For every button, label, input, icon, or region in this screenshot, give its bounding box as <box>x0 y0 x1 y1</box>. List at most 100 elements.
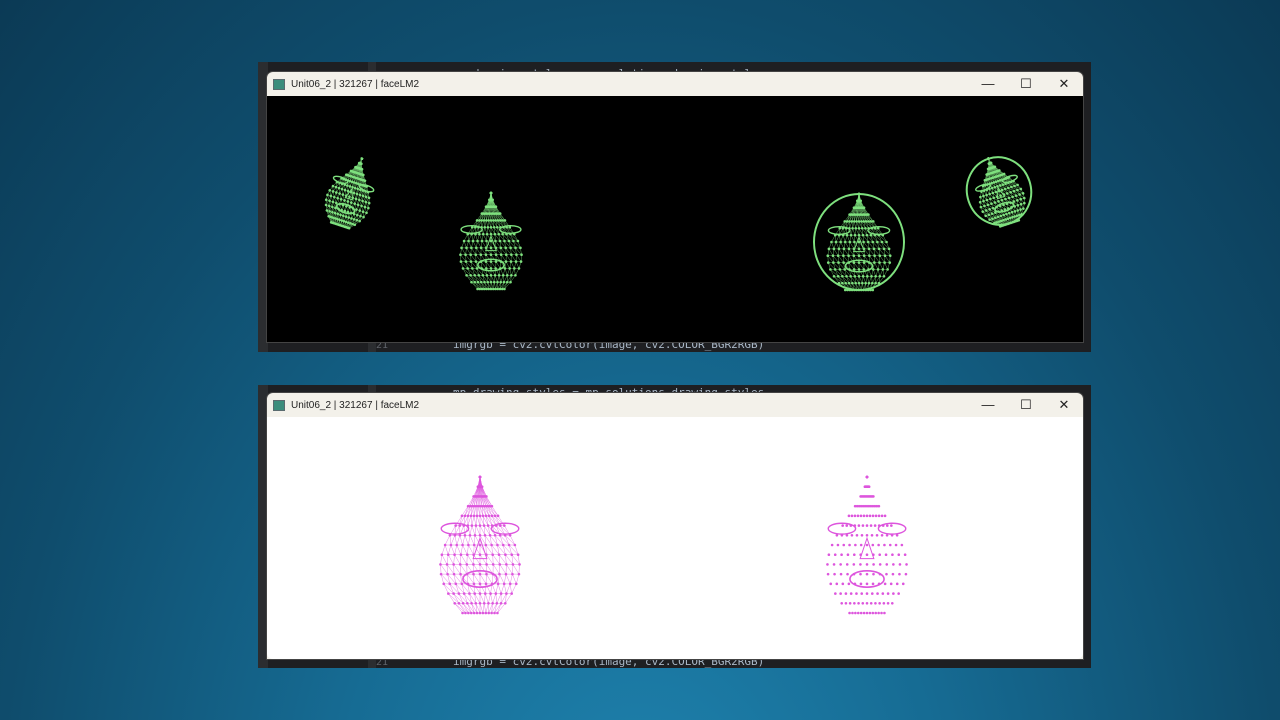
maximize-button[interactable]: ☐ <box>1007 72 1045 96</box>
landmark-point <box>865 475 869 479</box>
landmark-point <box>504 572 508 576</box>
landmark-point <box>836 254 840 258</box>
landmark-point <box>895 582 899 586</box>
landmark-point <box>493 514 497 518</box>
landmark-point <box>850 288 854 292</box>
landmark-point <box>862 254 866 258</box>
landmark-point <box>868 611 872 615</box>
landmark-point <box>464 260 468 263</box>
landmark-point <box>478 543 482 547</box>
window-titlebar[interactable]: Unit06_2 | 321267 | faceLM2 — ☐ ✕ <box>267 393 1083 417</box>
landmark-point <box>839 572 843 576</box>
landmark-point <box>851 281 854 285</box>
landmark-point <box>496 280 499 284</box>
landmark-point <box>876 226 880 230</box>
landmark-point <box>1000 198 1004 202</box>
landmark-point <box>844 601 848 605</box>
landmark-point <box>870 592 874 595</box>
landmark-point <box>489 287 493 291</box>
landmark-point <box>874 601 877 605</box>
landmark-point <box>332 195 336 199</box>
landmark-point <box>480 485 484 489</box>
landmark-point <box>833 268 837 271</box>
landmark-point <box>873 261 876 264</box>
close-button[interactable]: ✕ <box>1045 393 1083 417</box>
landmark-point <box>505 273 509 277</box>
landmark-point <box>832 274 836 278</box>
landmark-point <box>844 281 847 285</box>
landmark-point <box>361 199 364 203</box>
minimize-button[interactable]: — <box>969 72 1007 96</box>
landmark-point <box>462 592 466 595</box>
landmark-point <box>848 288 852 292</box>
landmark-point <box>981 210 985 213</box>
landmark-point <box>463 533 467 537</box>
landmark-point <box>478 601 482 605</box>
landmark-point <box>468 592 471 595</box>
landmark-point <box>469 253 472 257</box>
landmark-point <box>857 524 861 527</box>
landmark-point <box>447 592 450 595</box>
landmark-point <box>847 281 851 285</box>
facelm-window-dark[interactable]: Unit06_2 | 321267 | faceLM2 — ☐ ✕ <box>267 72 1083 342</box>
landmark-point <box>843 220 847 223</box>
landmark-point <box>836 543 840 547</box>
landmark-point <box>848 611 851 615</box>
landmark-point <box>504 253 508 257</box>
landmark-point <box>457 592 461 595</box>
landmark-point <box>513 543 517 547</box>
landmark-point <box>448 582 452 586</box>
landmark-point <box>867 213 870 216</box>
landmark-point <box>865 543 869 547</box>
landmark-point <box>859 611 863 615</box>
landmark-point <box>478 582 482 586</box>
landmark-point <box>476 287 479 291</box>
landmark-point <box>826 261 830 264</box>
landmark-point <box>857 192 861 196</box>
window-titlebar[interactable]: Unit06_2 | 321267 | faceLM2 — ☐ ✕ <box>267 72 1083 96</box>
landmark-point <box>883 261 886 264</box>
maximize-button[interactable]: ☐ <box>1007 393 1045 417</box>
landmark-point <box>475 611 479 615</box>
landmark-point <box>454 582 458 586</box>
landmark-point <box>470 225 474 229</box>
landmark-point <box>833 553 837 557</box>
landmark-point <box>862 268 866 271</box>
landmark-point <box>453 553 456 557</box>
face-mesh-drawing <box>324 156 1033 292</box>
landmark-point <box>864 226 867 230</box>
minimize-button[interactable]: — <box>969 393 1007 417</box>
landmark-point <box>865 233 869 237</box>
landmark-point <box>865 592 869 595</box>
landmark-point <box>853 288 856 292</box>
close-button[interactable]: ✕ <box>1045 72 1083 96</box>
landmark-point <box>516 239 520 243</box>
landmark-point <box>470 601 473 605</box>
landmark-point <box>364 195 368 199</box>
landmark-point <box>467 611 470 615</box>
landmark-point <box>847 514 851 518</box>
landmark-point <box>869 220 873 223</box>
landmark-point <box>903 553 907 557</box>
landmark-point <box>496 582 500 586</box>
landmark-point <box>465 553 469 557</box>
facelm-window-light[interactable]: Unit06_2 | 321267 | faceLM2 — ☐ ✕ <box>267 393 1083 659</box>
landmark-point <box>864 281 867 285</box>
landmark-point <box>885 572 888 576</box>
landmark-point <box>459 253 462 257</box>
landmark-point <box>484 582 488 586</box>
landmark-point <box>859 572 862 576</box>
landmark-point <box>830 543 834 547</box>
landmark-point <box>498 239 502 243</box>
landmark-point <box>849 592 853 595</box>
landmark-point <box>488 533 492 537</box>
landmark-point <box>872 247 876 251</box>
landmark-point <box>861 524 865 527</box>
landmark-point <box>511 563 515 566</box>
landmark-point <box>894 543 898 547</box>
landmark-point <box>864 288 868 292</box>
landmark-point <box>481 514 485 518</box>
landmark-point <box>487 514 491 518</box>
landmark-point <box>484 543 488 547</box>
landmark-point <box>862 514 866 518</box>
